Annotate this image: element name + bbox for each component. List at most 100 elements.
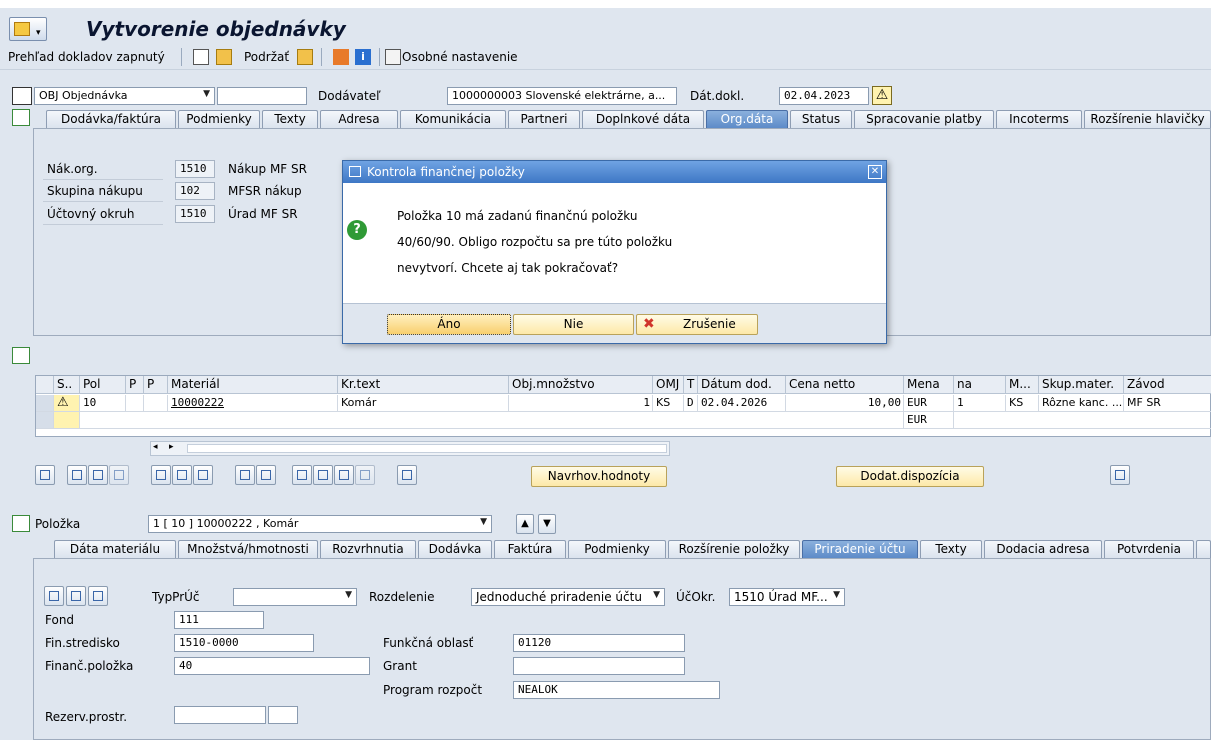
collapse-detail-icon[interactable]	[12, 515, 30, 532]
tab-komunikacia[interactable]: Komunikácia	[400, 110, 506, 128]
col-header[interactable]: Pol	[80, 376, 126, 394]
tab-texty-pol[interactable]: Texty	[920, 540, 982, 558]
scroll-thumb[interactable]	[187, 444, 667, 453]
tab-more[interactable]	[1196, 540, 1211, 558]
open-folder-icon[interactable]	[216, 49, 232, 65]
tab-potvrdenia[interactable]: Potvrdenia	[1104, 540, 1194, 558]
cell-m[interactable]: KS	[1006, 395, 1039, 412]
cell-mena[interactable]: EUR	[904, 412, 954, 429]
col-header[interactable]: Materiál	[168, 376, 338, 394]
info-icon[interactable]: i	[355, 49, 371, 65]
scroll-left-icon[interactable]: ◂	[153, 442, 158, 452]
cell-qty[interactable]: 1	[509, 395, 653, 412]
messages-icon[interactable]	[333, 49, 349, 65]
typpruc-select[interactable]	[233, 588, 357, 606]
finpolozka-field[interactable]: 40	[174, 657, 370, 675]
cell-material[interactable]: 10000222	[168, 395, 338, 412]
next-item-icon[interactable]: ▼	[538, 514, 556, 534]
select-block-icon[interactable]	[109, 465, 129, 485]
grant-field[interactable]	[513, 657, 685, 675]
copy-icon[interactable]	[235, 465, 255, 485]
tab-priradenie-uctu[interactable]: Priradenie účtu	[802, 540, 918, 558]
col-header[interactable]: T	[684, 376, 698, 394]
vendor-field[interactable]: 1000000003 Slovenské elektrárne, a...	[447, 87, 677, 105]
unlock-icon[interactable]	[193, 465, 213, 485]
cell-t[interactable]: D	[684, 395, 698, 412]
personal-settings-icon[interactable]	[385, 49, 401, 65]
filter-icon[interactable]	[334, 465, 354, 485]
cell-na[interactable]: 1	[954, 395, 1006, 412]
refresh-icon[interactable]	[1110, 465, 1130, 485]
cell-pol[interactable]: 10	[80, 395, 126, 412]
no-button[interactable]: Nie	[513, 314, 634, 335]
fond-field[interactable]: 111	[174, 611, 264, 629]
collapse-items-icon[interactable]	[12, 347, 30, 364]
filter-off-icon[interactable]	[355, 465, 375, 485]
funkcna-oblast-field[interactable]: 01120	[513, 634, 685, 652]
row-warning-icon[interactable]: ⚠	[54, 395, 80, 412]
tab-org-data[interactable]: Org.dáta	[706, 110, 788, 128]
tab-partneri[interactable]: Partneri	[508, 110, 580, 128]
tab-podmienky[interactable]: Podmienky	[178, 110, 260, 128]
tab-dodavka[interactable]: Dodávka	[418, 540, 492, 558]
new-document-icon[interactable]	[193, 49, 209, 65]
sort-desc-icon[interactable]	[313, 465, 333, 485]
podrzat-button[interactable]: Podržať	[244, 50, 289, 64]
system-menu-icon[interactable]: ▾	[9, 17, 47, 41]
col-header[interactable]: na	[954, 376, 1006, 394]
cell-zavod[interactable]: MF SR	[1124, 395, 1211, 412]
delete-icon[interactable]	[151, 465, 171, 485]
col-header[interactable]: P	[144, 376, 168, 394]
col-header[interactable]: P	[126, 376, 144, 394]
program-field[interactable]: NEALOK	[513, 681, 720, 699]
warning-icon[interactable]: ⚠	[872, 86, 892, 105]
scroll-right-icon[interactable]: ▸	[169, 442, 174, 452]
dodat-dispozicia-button[interactable]: Dodat.dispozícia	[836, 466, 984, 487]
details-icon[interactable]	[35, 465, 55, 485]
sort-asc-icon[interactable]	[292, 465, 312, 485]
edit-icon[interactable]	[66, 586, 86, 606]
reset-icon[interactable]	[88, 586, 108, 606]
tab-dodavka-faktura[interactable]: Dodávka/faktúra	[46, 110, 176, 128]
cell-price[interactable]: 10,00	[786, 395, 904, 412]
rozdelenie-select[interactable]: Jednoduché priradenie účtu	[471, 588, 665, 606]
yes-button[interactable]: Áno	[387, 314, 511, 335]
print-icon[interactable]	[397, 465, 417, 485]
tab-doplnkove-data[interactable]: Doplnkové dáta	[582, 110, 704, 128]
other-document-icon[interactable]	[297, 49, 313, 65]
col-header[interactable]: Skup.mater.	[1039, 376, 1124, 394]
doc-type-select[interactable]: OBJ Objednávka	[34, 87, 215, 105]
cell-date[interactable]: 02.04.2026	[698, 395, 786, 412]
col-header[interactable]: S..	[54, 376, 80, 394]
col-header[interactable]: M...	[1006, 376, 1039, 394]
date-field[interactable]: 02.04.2023	[779, 87, 869, 105]
tab-adresa[interactable]: Adresa	[320, 110, 398, 128]
rezerv-field[interactable]	[174, 706, 266, 724]
tab-mnozstva[interactable]: Množstvá/hmotnosti	[178, 540, 318, 558]
prehlad-button[interactable]: Prehľad dokladov zapnutý	[8, 50, 165, 64]
row-selector[interactable]	[36, 412, 54, 429]
cell-skup[interactable]: Rôzne kanc. ...	[1039, 395, 1124, 412]
col-header[interactable]: Cena netto	[786, 376, 904, 394]
tab-status[interactable]: Status	[790, 110, 852, 128]
select-all-icon[interactable]	[67, 465, 87, 485]
tab-incoterms[interactable]: Incoterms	[996, 110, 1082, 128]
tab-dodacia-adresa[interactable]: Dodacia adresa	[984, 540, 1102, 558]
lock-icon[interactable]	[172, 465, 192, 485]
tab-data-materialu[interactable]: Dáta materiálu	[54, 540, 176, 558]
table-settings-icon[interactable]	[256, 465, 276, 485]
cell-mena[interactable]: EUR	[904, 395, 954, 412]
deselect-all-icon[interactable]	[88, 465, 108, 485]
col-header[interactable]: Dátum dod.	[698, 376, 786, 394]
col-header[interactable]: Mena	[904, 376, 954, 394]
collapse-header-icon[interactable]	[12, 109, 30, 126]
cell-krtext[interactable]: Komár	[338, 395, 509, 412]
tab-rozsirenie-hlavicky[interactable]: Rozšírenie hlavičky	[1084, 110, 1211, 128]
rezerv-item-field[interactable]	[268, 706, 298, 724]
navrhov-hodnoty-button[interactable]: Navrhov.hodnoty	[531, 466, 667, 487]
items-scrollbar[interactable]: ◂ ▸	[150, 441, 670, 456]
col-header[interactable]: Obj.množstvo	[509, 376, 653, 394]
tab-spracovanie-platby[interactable]: Spracovanie platby	[854, 110, 994, 128]
ucokr-select[interactable]: 1510 Úrad MF...	[729, 588, 845, 606]
tab-rozsirenie-polozky[interactable]: Rozšírenie položky	[668, 540, 800, 558]
